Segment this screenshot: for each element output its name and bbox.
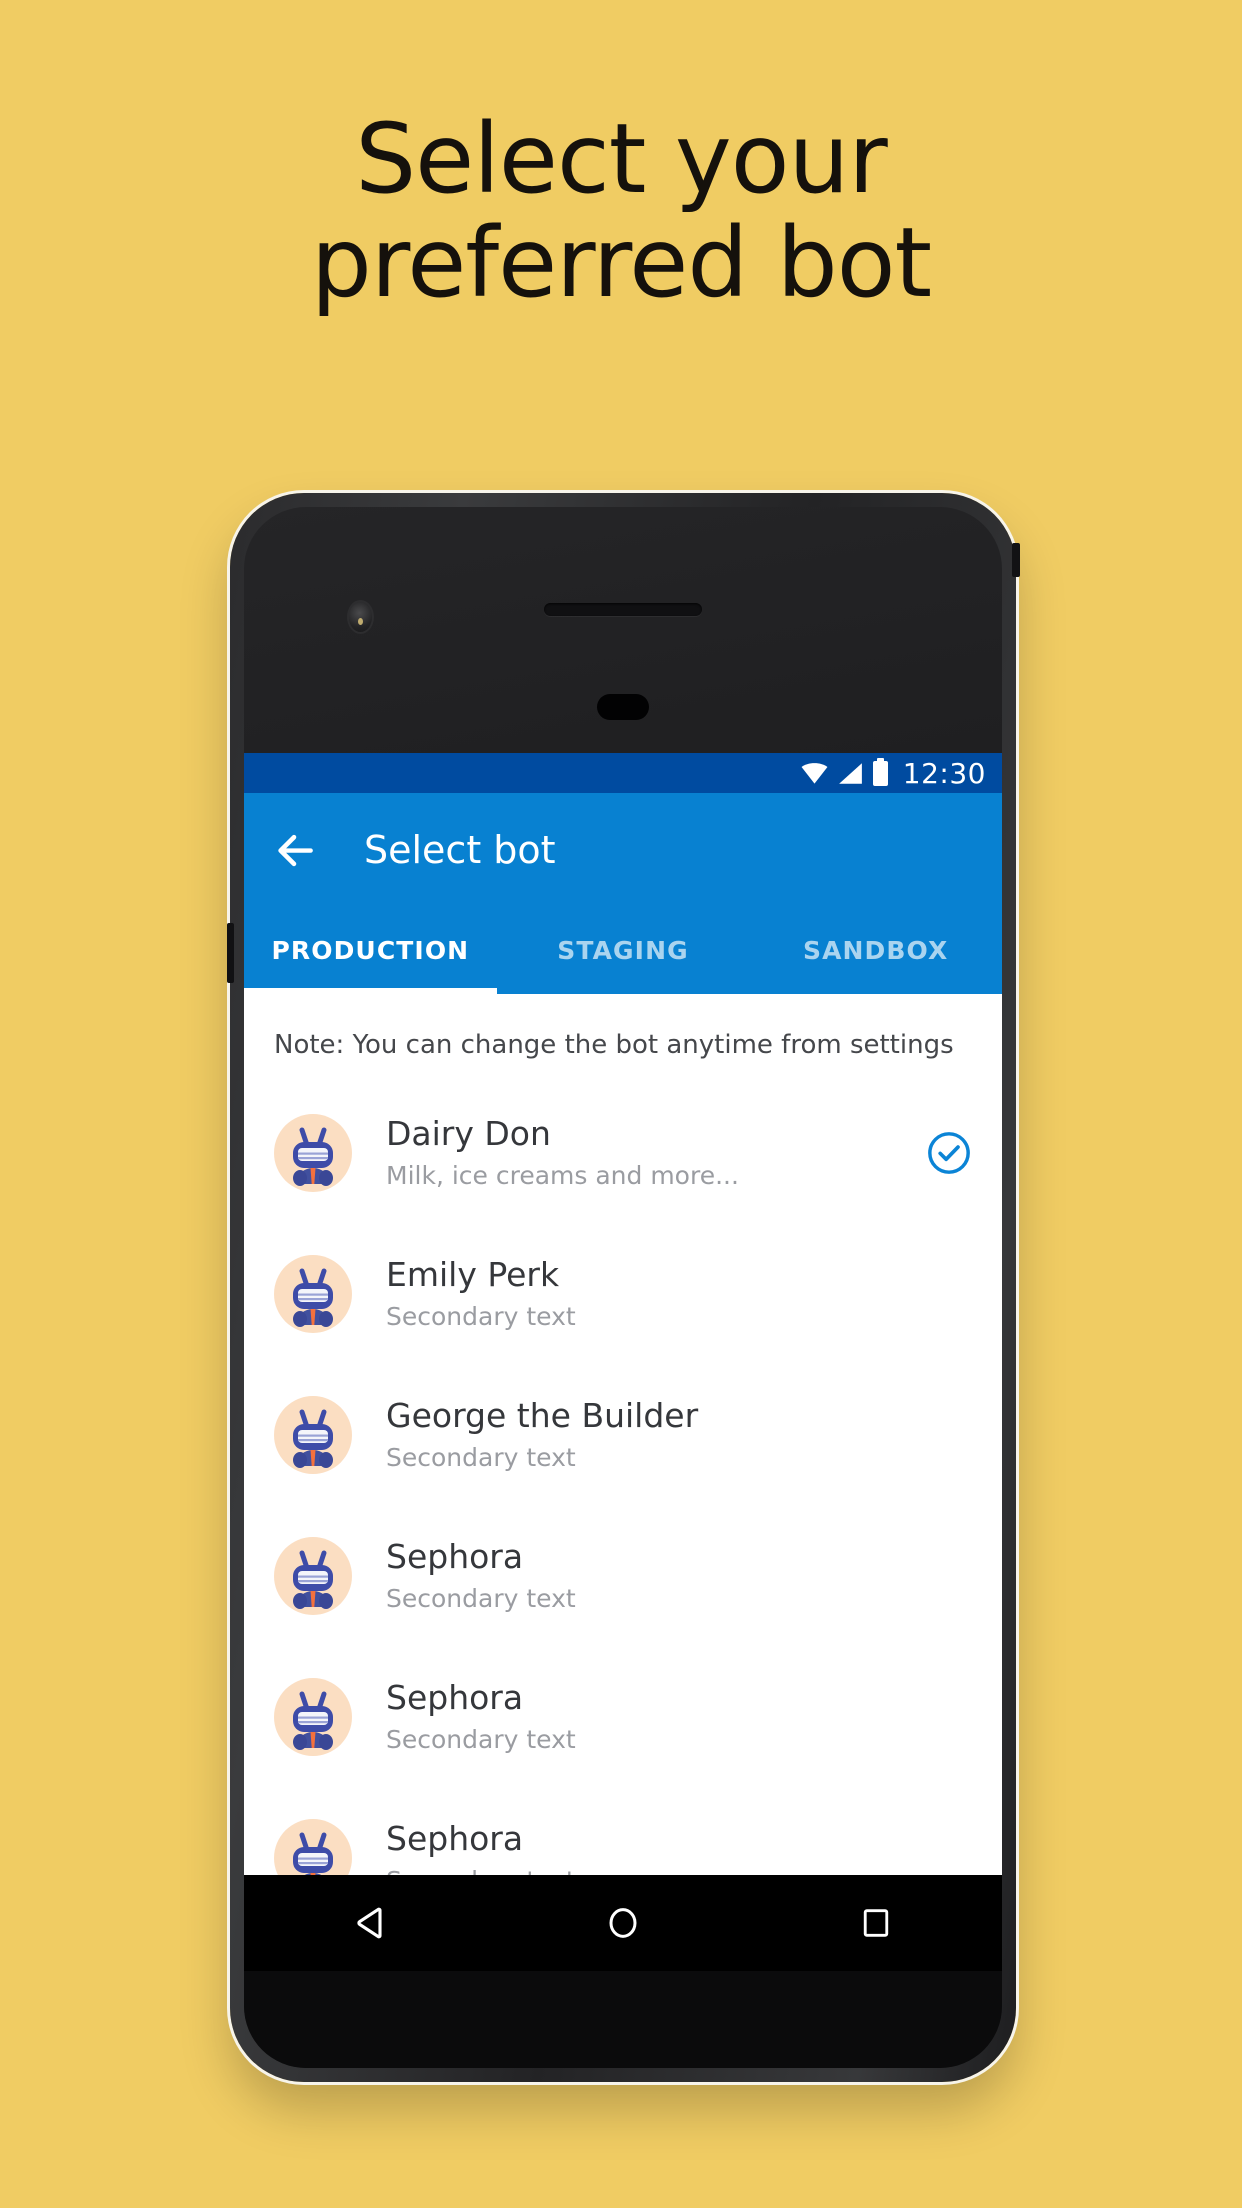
bot-description: Secondary text	[386, 1443, 576, 1472]
proximity-sensor-icon	[597, 694, 649, 720]
phone-screen: 12:30 Select bot PRODUCTION STAGING SAND…	[244, 753, 1002, 1875]
bot-description: Milk, ice creams and more...	[386, 1161, 739, 1190]
status-bar-icons	[801, 757, 888, 786]
bot-list-container: Note: You can change the bot anytime fro…	[244, 994, 1002, 1875]
app-bar-title: Select bot	[364, 827, 556, 872]
android-recents-icon[interactable]	[850, 1897, 902, 1949]
note-text: Note: You can change the bot anytime fro…	[274, 1030, 954, 1060]
bot-list-item[interactable]: Sephora Secondary text	[244, 1646, 1002, 1787]
bot-row-text: Sephora Secondary text	[386, 1538, 912, 1614]
bot-description: Secondary text	[386, 1725, 576, 1754]
android-navigation-bar	[244, 1875, 1002, 1971]
bot-row-text: Dairy Don Milk, ice creams and more...	[386, 1115, 912, 1191]
bot-avatar-icon	[274, 1536, 352, 1615]
bot-list-item[interactable]: Sephora Secondary text	[244, 1787, 1002, 1875]
tab-sandbox-label: SANDBOX	[802, 935, 949, 965]
bot-description: Secondary text	[386, 1584, 576, 1613]
tab-staging-label: STAGING	[557, 935, 689, 965]
bot-list-item[interactable]: Dairy Don Milk, ice creams and more...	[244, 1082, 1002, 1223]
page-title-line-1: Select your	[355, 103, 888, 215]
front-camera-icon	[347, 600, 374, 634]
tab-production[interactable]: PRODUCTION	[244, 906, 497, 994]
wifi-icon	[801, 762, 828, 784]
bot-list-item[interactable]: George the Builder Secondary text	[244, 1364, 1002, 1505]
phone-mockup: 12:30 Select bot PRODUCTION STAGING SAND…	[227, 493, 1020, 2082]
bot-avatar-icon	[274, 1818, 352, 1875]
bot-avatar-icon	[274, 1254, 352, 1333]
tab-sandbox[interactable]: SANDBOX	[749, 906, 1002, 994]
app-bar: Select bot	[244, 793, 1002, 906]
bot-row-text: Emily Perk Secondary text	[386, 1256, 912, 1332]
bot-name: George the Builder	[386, 1396, 699, 1435]
status-bar-clock: 12:30	[902, 756, 986, 790]
bot-name: Sephora	[386, 1819, 524, 1858]
bot-avatar-icon	[274, 1113, 352, 1192]
power-button[interactable]	[1012, 543, 1020, 577]
earpiece-speaker-icon	[544, 603, 702, 616]
bot-name: Sephora	[386, 1678, 524, 1717]
back-arrow-icon[interactable]	[274, 828, 318, 872]
signal-icon	[838, 762, 862, 784]
bot-name: Emily Perk	[386, 1255, 560, 1294]
battery-icon	[872, 757, 888, 786]
tab-production-label: PRODUCTION	[271, 935, 470, 965]
volume-button[interactable]	[227, 923, 234, 983]
page-title: Select your preferred bot	[0, 103, 1242, 319]
bot-avatar-icon	[274, 1395, 352, 1474]
bot-name: Sephora	[386, 1537, 524, 1576]
page-title-line-2: preferred bot	[310, 206, 932, 319]
selected-check-icon[interactable]	[926, 1130, 972, 1176]
bot-list-item[interactable]: Emily Perk Secondary text	[244, 1223, 1002, 1364]
android-back-icon[interactable]	[344, 1897, 396, 1949]
bot-description: Secondary text	[386, 1302, 576, 1331]
bot-list-item[interactable]: Sephora Secondary text	[244, 1505, 1002, 1646]
phone-bezel: 12:30 Select bot PRODUCTION STAGING SAND…	[244, 507, 1002, 2068]
bot-row-text: Sephora Secondary text	[386, 1820, 912, 1875]
tab-bar: PRODUCTION STAGING SANDBOX	[244, 906, 1002, 994]
bot-row-text: Sephora Secondary text	[386, 1679, 912, 1755]
android-home-icon[interactable]	[597, 1897, 649, 1949]
tab-staging[interactable]: STAGING	[497, 906, 750, 994]
bot-row-text: George the Builder Secondary text	[386, 1397, 912, 1473]
bot-name: Dairy Don	[386, 1114, 551, 1153]
bot-avatar-icon	[274, 1677, 352, 1756]
status-bar: 12:30	[244, 753, 1002, 793]
phone-lower-bezel	[244, 1971, 1002, 2068]
bot-description: Secondary text	[386, 1867, 912, 1875]
